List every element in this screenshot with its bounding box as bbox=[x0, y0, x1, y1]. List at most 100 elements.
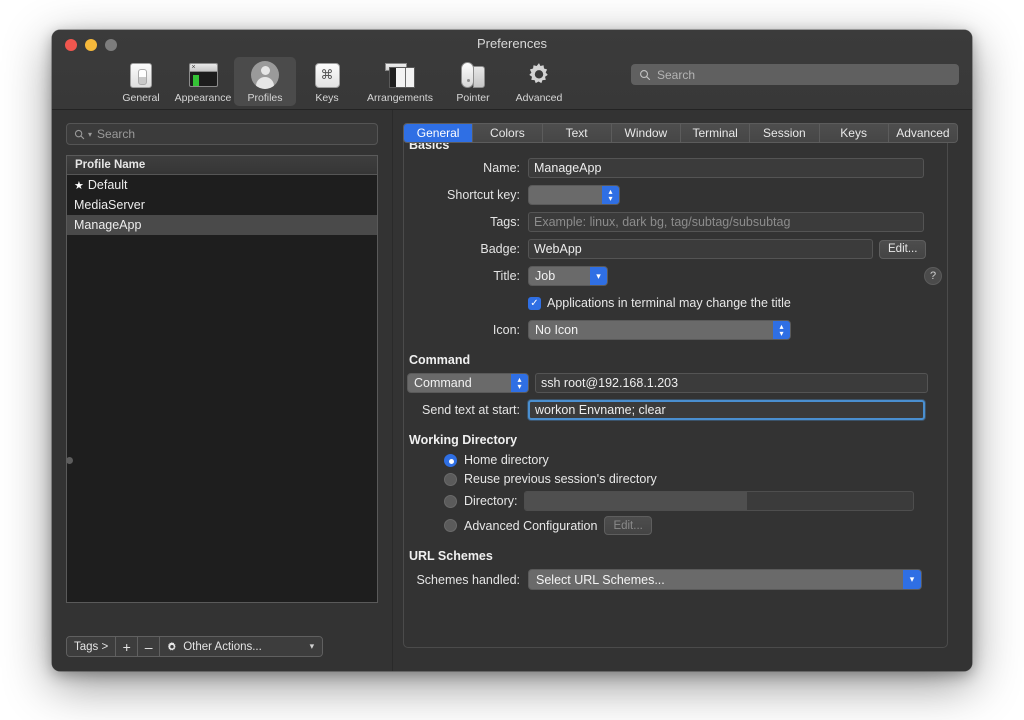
arrangements-icon bbox=[358, 60, 442, 90]
chevron-down-icon[interactable]: ▾ bbox=[590, 267, 607, 285]
add-profile-button[interactable]: + bbox=[116, 637, 139, 656]
send-text-value: workon Envname; clear bbox=[535, 403, 666, 417]
tags-placeholder: Example: linux, dark bg, tag/subtag/subs… bbox=[534, 215, 791, 229]
icon-select[interactable]: No Icon ▴ ▾ bbox=[528, 320, 791, 340]
radio-reuse-previous-directory[interactable]: Reuse previous session's directory bbox=[444, 472, 950, 486]
tab-keys[interactable]: Keys bbox=[819, 124, 889, 142]
preferences-toolbar: General × Appearance Profiles ⌘ Keys Arr… bbox=[110, 57, 574, 106]
profile-list-table[interactable]: Profile Name ★ Default MediaServer Manag… bbox=[66, 155, 378, 603]
chevron-down-icon: ▾ bbox=[88, 129, 93, 139]
profile-tab-bar: General Colors Text Window Terminal Sess… bbox=[403, 123, 958, 143]
tab-terminal[interactable]: Terminal bbox=[681, 124, 751, 142]
tags-button[interactable]: Tags > bbox=[67, 637, 117, 656]
name-row: Name: ManageApp bbox=[403, 158, 950, 178]
tab-text[interactable]: Text bbox=[542, 124, 612, 142]
chevron-down-icon[interactable]: ▾ bbox=[903, 570, 921, 589]
appearance-icon: × bbox=[172, 60, 234, 90]
directory-value-masked bbox=[525, 492, 747, 510]
radio-directory[interactable]: Directory: bbox=[444, 491, 950, 511]
toolbar-label-general: General bbox=[122, 92, 160, 104]
directory-input[interactable] bbox=[524, 491, 915, 511]
tab-window[interactable]: Window bbox=[611, 124, 681, 142]
shortcut-key-label: Shortcut key: bbox=[447, 188, 520, 202]
tags-row: Tags: Example: linux, dark bg, tag/subta… bbox=[403, 212, 950, 232]
radio-advanced-configuration[interactable]: Advanced Configuration Edit... bbox=[444, 516, 950, 535]
toolbar-item-keys[interactable]: ⌘ Keys bbox=[296, 57, 358, 106]
tab-advanced[interactable]: Advanced bbox=[888, 124, 957, 142]
profile-row-default[interactable]: ★ Default bbox=[67, 175, 377, 195]
profiles-sidebar: ▾ Search Profile Name ★ Default MediaSer… bbox=[52, 110, 393, 671]
remove-profile-button[interactable]: – bbox=[138, 637, 161, 656]
tab-colors[interactable]: Colors bbox=[473, 124, 543, 142]
schemes-handled-value: Select URL Schemes... bbox=[536, 572, 665, 587]
tags-input[interactable]: Example: linux, dark bg, tag/subtag/subs… bbox=[528, 212, 924, 232]
radio-home-directory[interactable]: Home directory bbox=[444, 453, 950, 467]
schemes-handled-select[interactable]: Select URL Schemes... ▾ bbox=[528, 569, 922, 590]
profile-row-mediaserver[interactable]: MediaServer bbox=[67, 195, 377, 215]
profile-row-label: MediaServer bbox=[74, 198, 145, 212]
apps-change-title-row: ✓ Applications in terminal may change th… bbox=[403, 293, 950, 313]
send-text-label: Send text at start: bbox=[422, 403, 520, 417]
toolbar-search-field[interactable]: Search bbox=[631, 64, 959, 85]
profile-name-column-header[interactable]: Profile Name bbox=[67, 156, 377, 175]
toolbar-label-advanced: Advanced bbox=[515, 92, 563, 104]
sidebar-resize-handle[interactable] bbox=[66, 457, 73, 464]
tab-general[interactable]: General bbox=[404, 124, 474, 142]
default-star-icon: ★ bbox=[74, 179, 84, 192]
profiles-icon bbox=[234, 60, 296, 90]
toolbar-search-placeholder: Search bbox=[657, 67, 696, 82]
profile-row-label: Default bbox=[87, 178, 128, 192]
badge-input[interactable]: WebApp bbox=[528, 239, 873, 259]
profile-actions-bar: Tags > + – Other Actions... ▾ bbox=[66, 636, 324, 657]
command-row: Command ▴ ▾ ssh root@192.168.1.203 bbox=[403, 373, 950, 393]
search-icon bbox=[640, 69, 651, 80]
send-text-input[interactable]: workon Envname; clear bbox=[528, 400, 925, 420]
icon-value: No Icon bbox=[535, 323, 579, 337]
command-input[interactable]: ssh root@192.168.1.203 bbox=[535, 373, 928, 393]
url-schemes-section-title: URL Schemes bbox=[409, 549, 493, 563]
toolbar-item-advanced[interactable]: Advanced bbox=[504, 57, 574, 106]
general-icon bbox=[110, 60, 172, 90]
send-text-row: Send text at start: workon Envname; clea… bbox=[403, 400, 950, 420]
radio-button-icon bbox=[444, 453, 457, 467]
other-actions-menu[interactable]: Other Actions... ▾ bbox=[160, 637, 323, 656]
window-titlebar: Preferences General × Appearance Profile… bbox=[52, 30, 972, 110]
stepper-arrows-icon[interactable]: ▴ ▾ bbox=[773, 321, 790, 339]
toolbar-label-pointer: Pointer bbox=[456, 92, 490, 104]
toolbar-item-general[interactable]: General bbox=[110, 57, 172, 106]
badge-value: WebApp bbox=[534, 242, 582, 256]
name-value: ManageApp bbox=[534, 161, 602, 175]
stepper-arrows-icon[interactable]: ▴ ▾ bbox=[602, 186, 619, 204]
radio-button-icon bbox=[444, 494, 457, 508]
command-value: ssh root@192.168.1.203 bbox=[541, 376, 679, 390]
icon-label: Icon: bbox=[492, 323, 520, 337]
profile-row-manageapp[interactable]: ManageApp bbox=[67, 215, 377, 235]
toolbar-item-pointer[interactable]: Pointer bbox=[442, 57, 504, 106]
working-directory-section-title: Working Directory bbox=[409, 433, 518, 447]
title-help-button[interactable]: ? bbox=[924, 267, 942, 285]
toolbar-label-keys: Keys bbox=[315, 92, 339, 104]
schemes-handled-label: Schemes handled: bbox=[416, 572, 520, 587]
stepper-arrows-icon[interactable]: ▴ ▾ bbox=[511, 374, 528, 392]
search-icon bbox=[74, 129, 85, 139]
tags-label: Tags: bbox=[490, 215, 520, 229]
home-directory-label: Home directory bbox=[464, 453, 549, 467]
title-value: Job bbox=[535, 269, 556, 283]
badge-edit-button[interactable]: Edit... bbox=[879, 239, 927, 259]
command-mode-select[interactable]: Command ▴ ▾ bbox=[407, 373, 529, 393]
shortcut-key-stepper[interactable]: ▴ ▾ bbox=[528, 185, 620, 205]
name-input[interactable]: ManageApp bbox=[528, 158, 924, 178]
apps-change-title-checkbox[interactable]: ✓ Applications in terminal may change th… bbox=[528, 296, 791, 310]
toolbar-label-arrangements: Arrangements bbox=[367, 92, 433, 104]
toolbar-item-profiles[interactable]: Profiles bbox=[234, 57, 296, 106]
advanced-configuration-edit-button[interactable]: Edit... bbox=[604, 516, 652, 535]
toolbar-item-appearance[interactable]: × Appearance bbox=[172, 57, 234, 106]
directory-label: Directory: bbox=[464, 494, 518, 508]
toolbar-item-arrangements[interactable]: Arrangements bbox=[358, 57, 442, 106]
chevron-down-icon: ▾ bbox=[309, 641, 315, 651]
title-popup-button[interactable]: Job ▾ bbox=[528, 266, 608, 286]
working-directory-options: Home directory Reuse previous session's … bbox=[444, 453, 950, 535]
checkmark-icon: ✓ bbox=[528, 296, 541, 310]
tab-session[interactable]: Session bbox=[750, 124, 820, 142]
profile-search-input[interactable]: ▾ Search bbox=[66, 123, 378, 145]
